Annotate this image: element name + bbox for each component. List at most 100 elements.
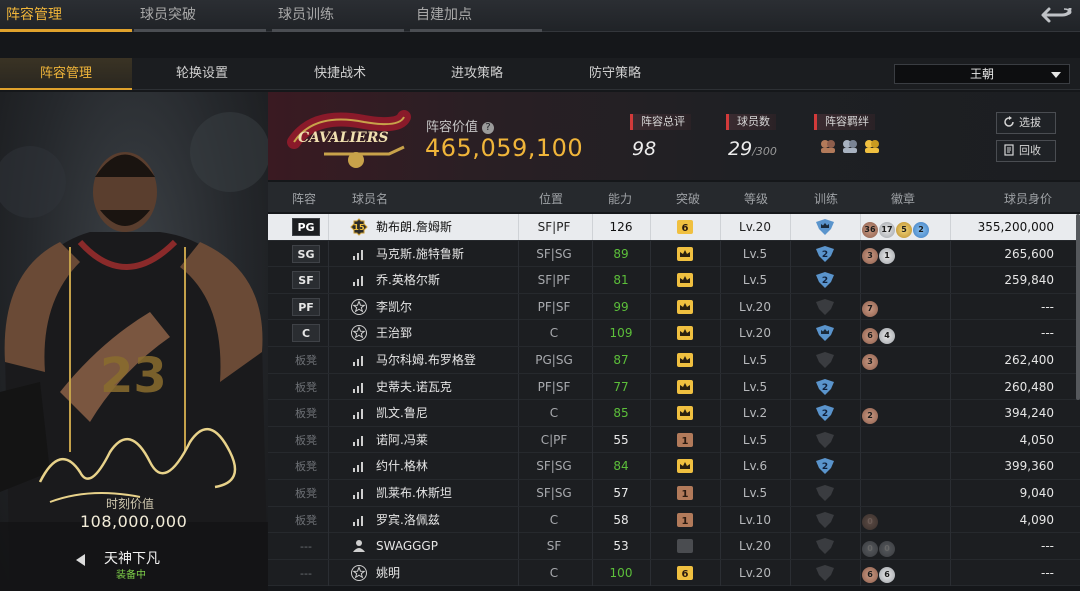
training-shield-icon[interactable] [814,507,838,533]
table-row[interactable]: PF 李凯尔 PF|SF 99 Lv.20 7 --- [268,293,1080,321]
player-name[interactable]: 乔.英格尔斯 [376,267,440,293]
training-shield-icon[interactable] [814,480,838,506]
player-name[interactable]: 约什.格林 [376,453,428,479]
player-name[interactable]: 李凯尔 [376,294,412,320]
training-shield-icon[interactable]: 2 [814,453,838,479]
table-row[interactable]: C 王治郅 C 109 Lv.20 6 4 --- [268,320,1080,347]
player-name[interactable]: 王治郅 [376,320,412,346]
table-row[interactable]: 板凳 约什.格林 SF|SG 84 Lv.6 2 399,360 [268,453,1080,480]
help-icon[interactable]: ? [482,122,495,134]
player-position: SF|PF [537,220,571,234]
star-icon [350,320,368,346]
signal-bars-icon [350,347,368,373]
subtab-defense-strategy[interactable]: 防守策略 [549,58,681,90]
subtab-offense-strategy[interactable]: 进攻策略 [411,58,543,90]
training-shield-icon[interactable]: 2 [814,374,838,400]
select-button[interactable]: 选拔 [996,112,1056,134]
recycle-button[interactable]: 回收 [996,140,1056,162]
position-badge: PF [292,297,320,316]
player-name[interactable]: 罗宾.洛佩兹 [376,507,440,533]
tab-custom-attributes[interactable]: 自建加点 [410,0,542,32]
player-level: Lv.20 [739,220,771,234]
col-slot: 阵容 [292,192,317,206]
training-shield-icon[interactable] [814,560,838,586]
table-row[interactable]: PG 15 勒布朗.詹姆斯 SF|PF 126 6 Lv.20 36 17 5 2 355,200,0… [268,214,1080,241]
tab-player-training[interactable]: 球员训练 [272,0,404,32]
training-shield-icon[interactable] [814,320,838,346]
badge-chip: 6 [879,567,895,584]
team-select[interactable]: 王朝 [894,64,1070,84]
badge-chip: 0 [862,514,878,531]
bond-gold-icon[interactable] [862,136,882,156]
table-row[interactable]: SF 乔.英格尔斯 SF|PF 81 Lv.5 2 259,840 [268,267,1080,294]
bond-silver-icon[interactable] [840,136,860,156]
position-badge: C [292,324,320,343]
training-shield-icon[interactable] [814,427,838,453]
player-ability: 126 [609,220,633,234]
player-name[interactable]: 勒布朗.詹姆斯 [376,214,452,240]
person-icon [350,533,368,559]
player-price: --- [1041,299,1054,314]
lineup-value: 465,059,100 [425,134,584,162]
table-row[interactable]: 板凳 史蒂夫.诺瓦克 PF|SF 77 Lv.5 2 260,480 [268,373,1080,401]
table-row[interactable]: 板凳 罗宾.洛佩兹 C 58 1 Lv.10 0 4,090 [268,506,1080,534]
svg-text:2: 2 [822,409,828,419]
player-price: 259,840 [1004,273,1054,288]
scrollbar[interactable] [1076,214,1080,400]
col-price: 球员身价 [1004,192,1053,206]
top-tab-bar: 阵容管理 球员突破 球员训练 自建加点 [0,0,1080,32]
subtab-rotation[interactable]: 轮换设置 [136,58,268,90]
player-price: 9,040 [1019,485,1054,500]
player-name[interactable]: 诺阿.冯莱 [376,427,428,453]
player-name[interactable]: 凯文.鲁尼 [376,400,428,426]
table-row[interactable]: --- 姚明 C 100 6 Lv.20 6 6 --- [268,559,1080,587]
col-position: 位置 [539,192,564,206]
table-row[interactable]: --- SWAGGGP SF 53 Lv.20 0 0 --- [268,533,1080,560]
training-shield-icon[interactable]: 2 [814,400,838,426]
bench-label: 板凳 [295,407,317,421]
player-name[interactable]: 马尔科姆.布罗格登 [376,347,476,373]
player-card[interactable]: 23 时刻价值 108,000,000 天神下凡 装备中 [0,92,268,591]
player-ability: 85 [613,406,629,421]
training-shield-icon[interactable]: 2 [814,267,838,293]
lineup-slot: --- [292,533,320,559]
equipped-status: 装备中 [116,570,146,581]
player-count: 球员数 29/300 [726,114,777,160]
team-rating-label: 阵容总评 [630,114,691,130]
subtab-quick-tactics[interactable]: 快捷战术 [274,58,406,90]
player-name[interactable]: SWAGGGP [376,533,438,559]
table-row[interactable]: 板凳 马尔科姆.布罗格登 PG|SG 87 Lv.5 3 262,400 [268,346,1080,374]
tab-lineup-management[interactable]: 阵容管理 [0,0,132,32]
bench-label: 板凳 [295,486,317,500]
training-shield-icon[interactable] [814,294,838,320]
player-position: PF|SF [537,379,571,394]
table-row[interactable]: SG 马克斯.施特鲁斯 SF|SG 89 Lv.5 2 3 1 265,600 [268,240,1080,268]
lineup-slot: SG [292,241,320,267]
player-name[interactable]: 史蒂夫.诺瓦克 [376,374,452,400]
training-shield-icon[interactable]: 2 [814,241,838,267]
bond-bronze-icon[interactable] [818,136,838,156]
document-icon [1004,144,1014,156]
badge-chip: 3 [862,354,878,371]
subtab-lineup[interactable]: 阵容管理 [0,58,132,90]
player-name[interactable]: 马克斯.施特鲁斯 [376,241,464,267]
training-shield-icon[interactable] [814,214,838,240]
training-shield-icon[interactable] [814,533,838,559]
team-rating: 阵容总评 98 [630,114,691,160]
tab-player-breakthrough[interactable]: 球员突破 [134,0,266,32]
player-name[interactable]: 姚明 [376,560,400,586]
previous-card-arrow-icon[interactable] [76,554,85,566]
player-position: SF|SG [536,246,572,261]
training-shield-icon[interactable] [814,347,838,373]
back-arrow-icon[interactable] [1040,3,1074,27]
bench-label: 板凳 [295,513,317,527]
table-row[interactable]: 板凳 诺阿.冯莱 C|PF 55 1 Lv.5 4,050 [268,426,1080,454]
player-level: Lv.5 [742,432,768,447]
badge-chip: 3 [862,248,878,265]
badge-list: 66 [862,560,895,586]
player-name[interactable]: 凯莱布.休斯坦 [376,480,452,506]
table-row[interactable]: 板凳 凯莱布.休斯坦 SF|SG 57 1 Lv.5 9,040 [268,479,1080,507]
svg-text:6: 6 [682,569,689,580]
player-position: SF|SG [536,459,572,474]
table-row[interactable]: 板凳 凯文.鲁尼 C 85 Lv.2 2 2 394,240 [268,400,1080,427]
